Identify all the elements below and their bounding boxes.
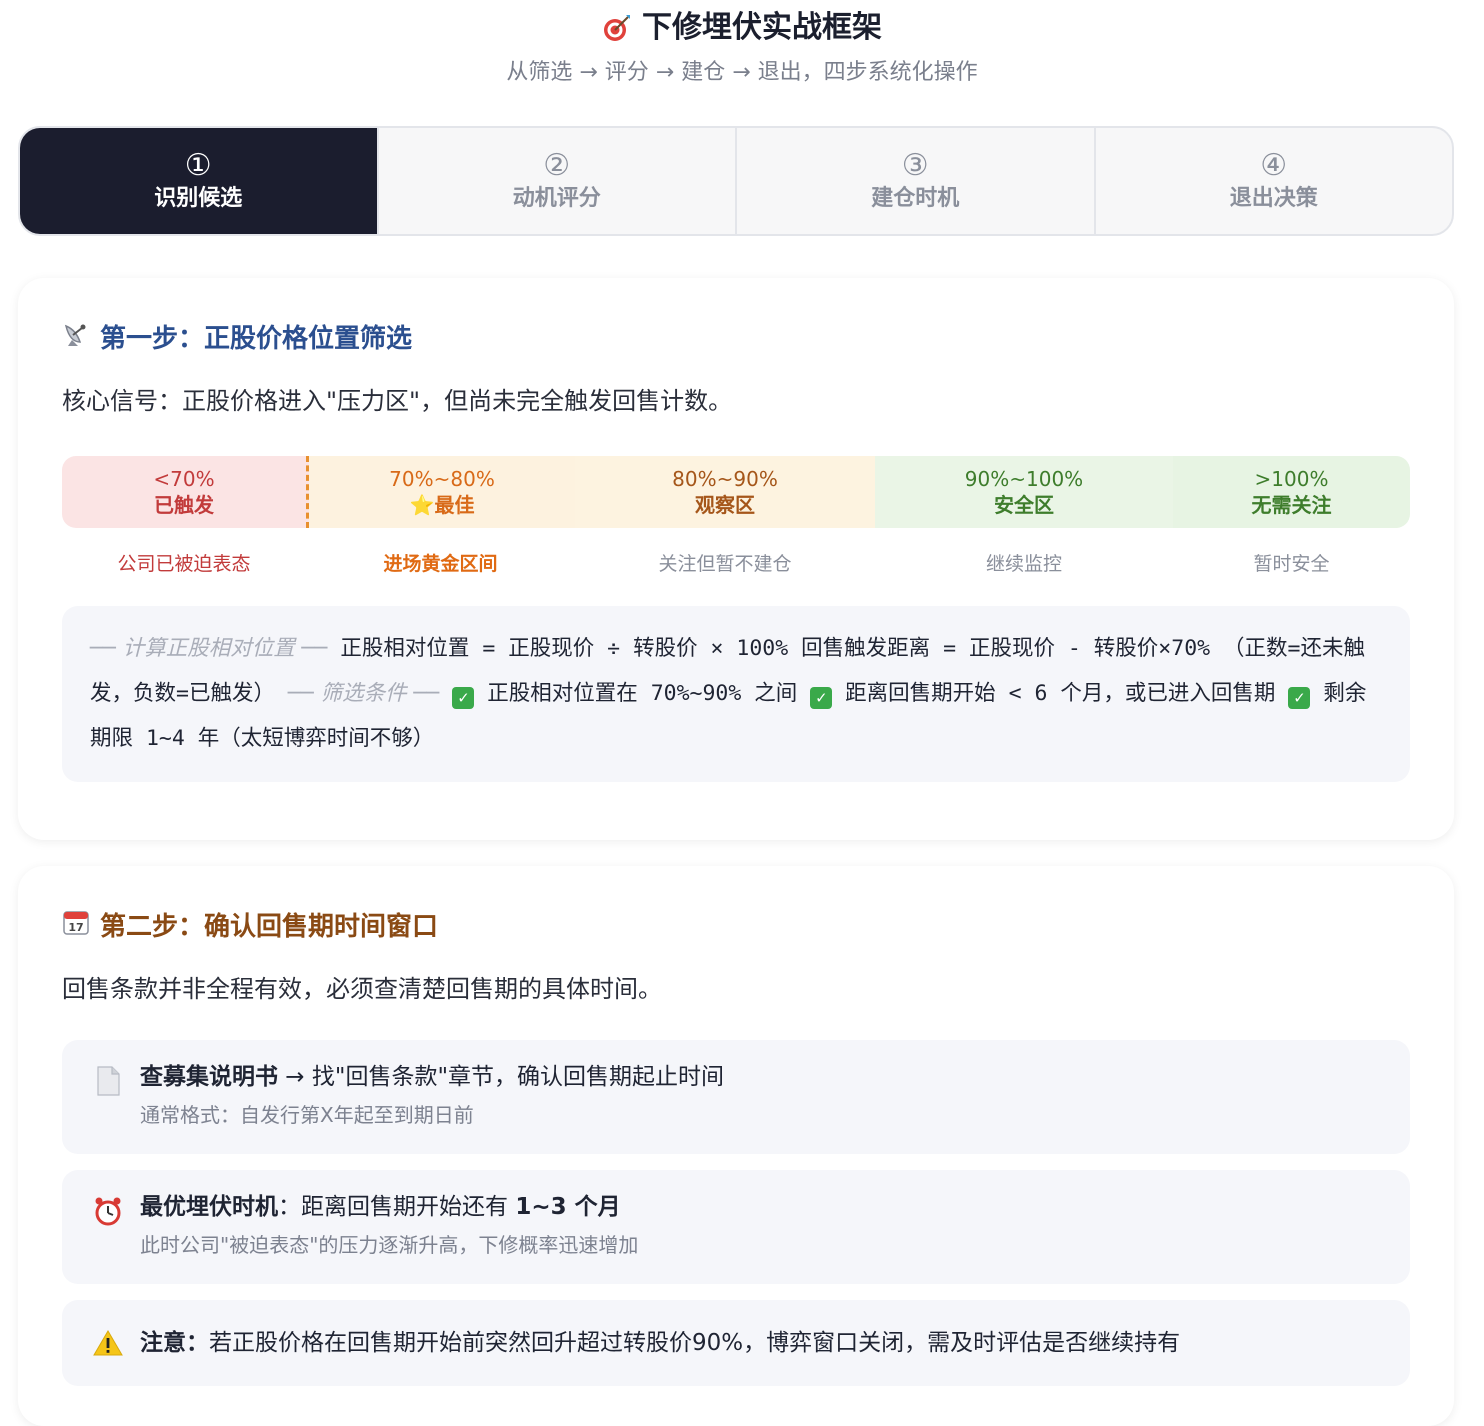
tab-label: 退出决策 [1229,186,1318,211]
page-subtitle: 从筛选 → 评分 → 建仓 → 退出，四步系统化操作 [506,60,978,85]
tab-identify-candidates[interactable]: ① 识别候选 [20,128,379,234]
step1-description: 核心信号：正股价格进入"压力区"，但尚未完全触发回售计数。 [62,387,733,415]
zone-note: 进场黄金区间 [383,553,498,575]
filter-condition: 距离回售期开始 < 6 个月，或已进入回售期 [845,681,1276,706]
tab-number: ③ [901,148,929,183]
check-icon: ✓ [810,687,833,709]
zone-safe: 90%~100% 安全区 [875,456,1173,528]
info-main-text: 查募集说明书 → 找"回售条款"章节，确认回售期起止时间 [140,1060,724,1094]
page-header: 下修埋伏实战框架 从筛选 → 评分 → 建仓 → 退出，四步系统化操作 [0,0,1484,88]
info-text: 若正股价格在回售期开始前突然回升超过转股价90%，博弈窗口关闭，需及时评估是否继… [209,1330,1181,1356]
step2-card: 17 第二步：确认回售期时间窗口 回售条款并非全程有效，必须查清楚回售期的具体时… [18,866,1454,1426]
zone-range: 90%~100% [964,467,1084,491]
title-text: 下修埋伏实战框架 [642,10,882,45]
check-icon: ✓ [452,687,475,709]
zone-note: 继续监控 [985,553,1062,575]
zone-name: ⭐最佳 [409,493,475,517]
satellite-dish-icon [62,320,90,358]
zone-notes: 公司已被迫表态 进场黄金区间 关注但暂不建仓 继续监控 暂时安全 [62,550,1410,578]
zone-name: 安全区 [994,493,1054,517]
tab-number: ② [543,148,571,183]
info-item-prospectus: 查募集说明书 → 找"回售条款"章节，确认回售期起止时间 通常格式：自发行第X年… [62,1040,1410,1154]
zone-triggered: <70% 已触发 [62,456,309,528]
step1-card: 第一步：正股价格位置筛选 核心信号：正股价格进入"压力区"，但尚未完全触发回售计… [18,278,1454,840]
zone-note: 暂时安全 [1253,553,1330,575]
info-main-text: 注意：若正股价格在回售期开始前突然回升超过转股价90%，博弈窗口关闭，需及时评估… [140,1326,1180,1360]
zone-name: 无需关注 [1251,493,1332,517]
zone-name: 观察区 [695,493,755,517]
filter-section-header: ── 筛选条件 ── [287,681,440,706]
price-zone-bar: <70% 已触发 70%~80% ⭐最佳 80%~90% 观察区 90%~100… [62,456,1410,528]
zone-name: 已触发 [154,493,214,517]
tab-label: 动机评分 [512,186,601,211]
step2-title: 17 第二步：确认回售期时间窗口 [62,908,1410,946]
alarm-clock-icon [88,1190,128,1264]
info-bold: 查募集说明书 [140,1064,278,1090]
tab-label: 识别候选 [154,186,243,211]
calendar-icon: 17 [62,908,90,946]
info-sub-text: 通常格式：自发行第X年起至到期日前 [140,1103,474,1127]
zone-range: 70%~80% [389,467,495,491]
calc-section-header: ── 计算正股相对位置 ── [90,636,328,661]
tab-entry-timing[interactable]: ③ 建仓时机 [737,128,1096,234]
zone-note: 公司已被迫表态 [117,553,251,575]
svg-text:17: 17 [68,921,83,934]
info-sub-text: 此时公司"被迫表态"的压力逐渐升高，下修概率迅速增加 [140,1233,639,1257]
formula-line: 回售触发距离 = 正股现价 - 转股价×70% [801,636,1211,661]
zone-range: 80%~90% [672,467,778,491]
page-title: 下修埋伏实战框架 [0,8,1484,48]
zone-range: >100% [1254,467,1329,491]
zone-no-attention: >100% 无需关注 [1173,456,1410,528]
filter-condition: 正股相对位置在 70%~90% 之间 [487,681,798,706]
step2-title-text: 第二步：确认回售期时间窗口 [100,912,439,942]
warning-icon [88,1329,128,1357]
tab-exit-decision[interactable]: ④ 退出决策 [1096,128,1453,234]
info-text: ：距离回售期开始还有 [278,1194,516,1220]
info-bold: 注意： [140,1330,209,1356]
formula-line: 正股相对位置 = 正股现价 ÷ 转股价 × 100% [340,636,789,661]
target-icon [602,13,632,43]
document-icon [88,1060,128,1134]
info-item-warning: 注意：若正股价格在回售期开始前突然回升超过转股价90%，博弈窗口关闭，需及时评估… [62,1300,1410,1386]
formula-box: ── 计算正股相对位置 ── 正股相对位置 = 正股现价 ÷ 转股价 × 100… [62,606,1410,782]
info-text: → 找"回售条款"章节，确认回售期起止时间 [278,1064,725,1090]
zone-note: 关注但暂不建仓 [658,553,792,575]
step2-description: 回售条款并非全程有效，必须查清楚回售期的具体时间。 [62,975,662,1003]
tab-number: ④ [1260,148,1288,183]
zone-range: <70% [153,467,215,491]
tab-motive-scoring[interactable]: ② 动机评分 [379,128,737,234]
tab-number: ① [184,148,212,183]
step-tabs: ① 识别候选 ② 动机评分 ③ 建仓时机 ④ 退出决策 [18,126,1454,236]
tab-label: 建仓时机 [871,186,960,211]
step1-title-text: 第一步：正股价格位置筛选 [100,324,413,354]
zone-watch: 80%~90% 观察区 [575,456,875,528]
info-main-text: 最优埋伏时机：距离回售期开始还有 1~3 个月 [140,1190,638,1224]
step1-title: 第一步：正股价格位置筛选 [62,320,1410,358]
info-item-timing: 最优埋伏时机：距离回售期开始还有 1~3 个月 此时公司"被迫表态"的压力逐渐升… [62,1170,1410,1284]
zone-best: 70%~80% ⭐最佳 [309,456,575,528]
info-bold-value: 1~3 个月 [515,1194,621,1220]
info-bold: 最优埋伏时机 [140,1194,278,1220]
check-icon: ✓ [1288,687,1311,709]
